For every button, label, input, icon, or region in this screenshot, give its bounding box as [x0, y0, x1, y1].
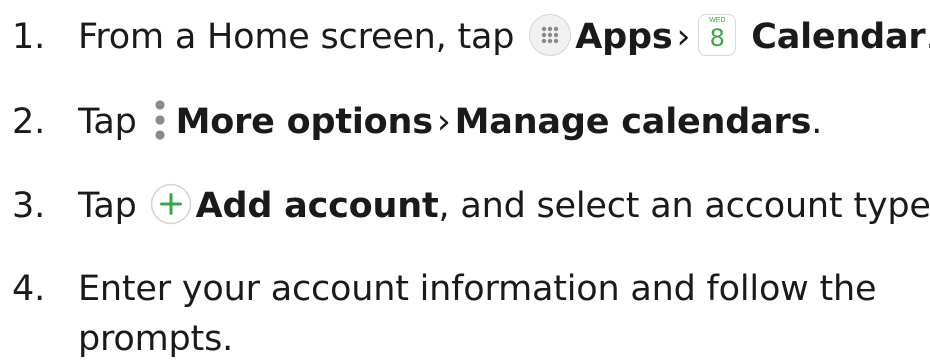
separator: › — [433, 102, 455, 142]
step-prefix: From a Home screen, tap — [78, 17, 514, 57]
step-prefix: Tap — [78, 186, 137, 226]
step-text: Enter your account information and follo… — [78, 264, 898, 364]
step-number: 1. — [12, 12, 45, 62]
calendar-label: Calendar — [751, 17, 925, 57]
step-number: 3. — [12, 181, 45, 231]
apps-label: Apps — [575, 17, 672, 57]
more-options-icon — [150, 98, 170, 142]
calendar-icon: WED8 — [698, 14, 736, 56]
step-text: Tap Add account, and select an account t… — [78, 181, 930, 231]
step-text: From a Home screen, tap Apps›WED8 Calend… — [78, 12, 930, 62]
manage-calendars-label: Manage calendars — [455, 102, 812, 142]
step-suffix: . — [811, 102, 822, 142]
step-number: 4. — [12, 264, 45, 314]
more-options-label: More options — [176, 102, 433, 142]
apps-grid-icon — [529, 14, 571, 56]
step-prefix: Tap — [78, 102, 137, 142]
calendar-icon-date: 8 — [699, 24, 735, 52]
step-text: Tap More options›Manage calendars. — [78, 97, 822, 147]
separator: › — [672, 17, 694, 57]
step-suffix: , and select an account type. — [439, 186, 930, 226]
add-account-label: Add account — [196, 186, 439, 226]
step-suffix: . — [926, 17, 930, 57]
add-icon — [150, 183, 192, 225]
step-number: 2. — [12, 97, 45, 147]
